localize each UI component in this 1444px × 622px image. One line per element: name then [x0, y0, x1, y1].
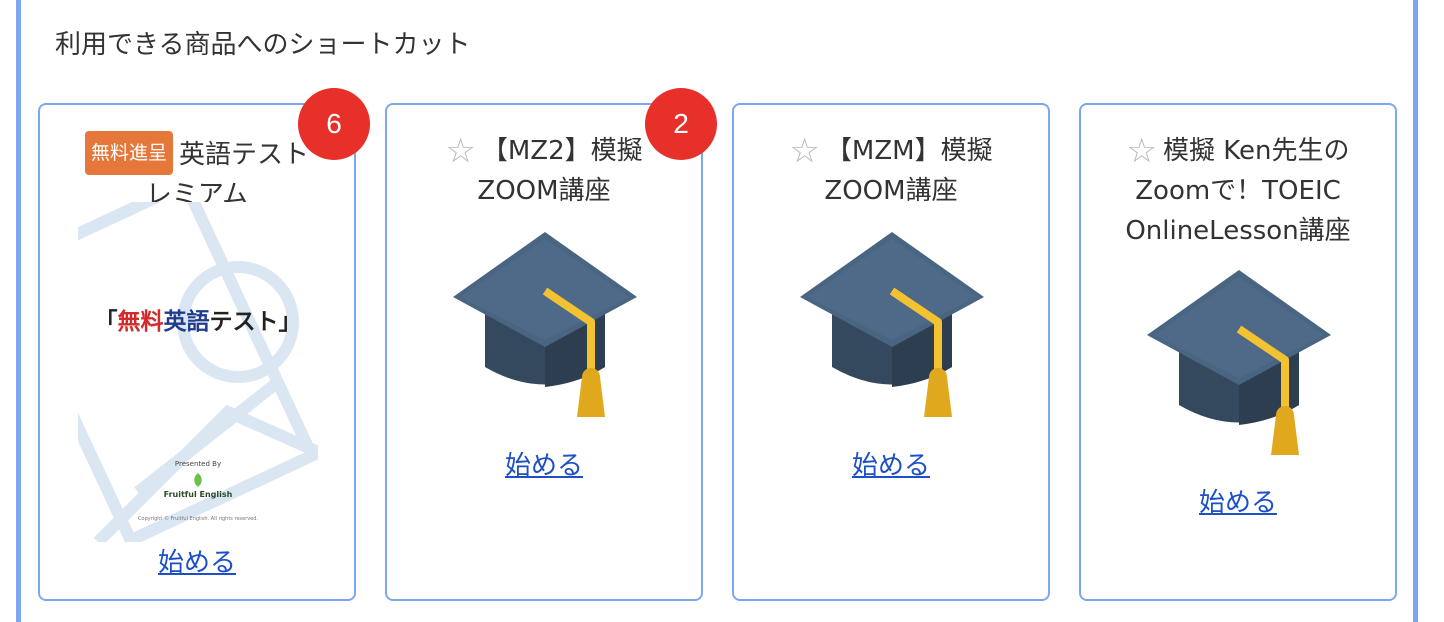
star-icon[interactable]: ☆	[789, 131, 819, 171]
leaf-icon	[194, 473, 202, 487]
start-link[interactable]: 始める	[734, 445, 1048, 482]
product-card-2[interactable]: ☆ 【MZ2】模擬 ZOOM講座 始める	[385, 103, 703, 601]
brand-text: Fruitful English	[163, 490, 233, 499]
free-tag-badge: 無料進呈	[84, 131, 173, 175]
section-title: 利用できる商品へのショートカット	[55, 30, 471, 60]
graduation-cap-icon	[453, 232, 637, 417]
start-link[interactable]: 始める	[40, 542, 354, 579]
start-link[interactable]: 始める	[387, 445, 701, 482]
product-card-3[interactable]: ☆ 【MZM】模擬 ZOOM講座 始める	[732, 103, 1050, 601]
start-link[interactable]: 始める	[1081, 482, 1395, 519]
star-icon[interactable]: ☆	[445, 131, 475, 171]
presented-by-text: Presented By	[174, 460, 222, 468]
thumbnail-title: 「無料英語テスト」	[94, 309, 302, 335]
card-title: ☆ 模擬 Ken先生の Zoomで！TOEIC OnlineLesson講座	[1125, 131, 1351, 246]
graduation-cap-icon	[800, 232, 984, 417]
graduation-cap-icon	[1147, 270, 1331, 455]
star-icon[interactable]: ☆	[1127, 131, 1157, 171]
product-thumbnail[interactable]: 「無料英語テスト」 Presented By Fruitful English …	[78, 202, 318, 542]
notification-count-badge: 6	[298, 88, 370, 160]
product-card-4[interactable]: ☆ 模擬 Ken先生の Zoomで！TOEIC OnlineLesson講座 始め…	[1079, 103, 1397, 601]
copyright-text: Copyright © Fruitful English. All rights…	[137, 516, 259, 522]
product-card-1[interactable]: 無料進呈 英語テスト レミアム 「無料英語テスト」 Presented By Fr…	[38, 103, 356, 601]
notification-count-badge: 2	[645, 88, 717, 160]
card-title: ☆ 【MZM】模擬 ZOOM講座	[789, 131, 993, 206]
